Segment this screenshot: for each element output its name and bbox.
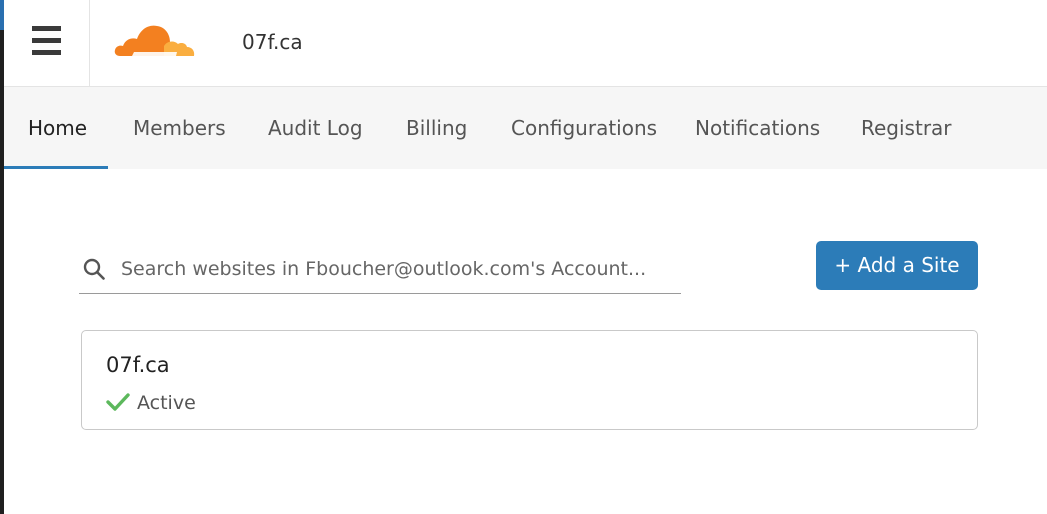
menu-button[interactable] [4, 0, 90, 86]
site-search [79, 244, 681, 294]
site-card[interactable]: 07f.ca Active [81, 330, 978, 430]
tab-home[interactable]: Home [28, 87, 87, 169]
tab-members[interactable]: Members [133, 87, 226, 169]
menu-icon-bar [32, 38, 61, 43]
menu-icon-bar [32, 50, 61, 55]
cloud-logo-icon[interactable] [114, 18, 196, 60]
site-status-text: Active [137, 392, 196, 414]
tab-audit-log[interactable]: Audit Log [268, 87, 363, 169]
top-bar: 07f.ca [4, 0, 1047, 87]
search-input[interactable] [121, 252, 676, 286]
check-icon [106, 393, 130, 411]
active-tab-indicator [4, 166, 108, 169]
tab-configurations[interactable]: Configurations [511, 87, 657, 169]
site-name[interactable]: 07f.ca [106, 352, 170, 378]
tab-billing[interactable]: Billing [406, 87, 467, 169]
tab-registrar[interactable]: Registrar [861, 87, 952, 169]
current-site-title: 07f.ca [242, 30, 303, 54]
add-site-button[interactable]: + Add a Site [816, 241, 978, 290]
tab-notifications[interactable]: Notifications [695, 87, 820, 169]
menu-icon-bar [32, 26, 61, 31]
account-nav: Home Members Audit Log Billing Configura… [4, 87, 1047, 169]
search-icon [83, 258, 105, 280]
page: 07f.ca Home Members Audit Log Billing Co… [0, 0, 1047, 514]
